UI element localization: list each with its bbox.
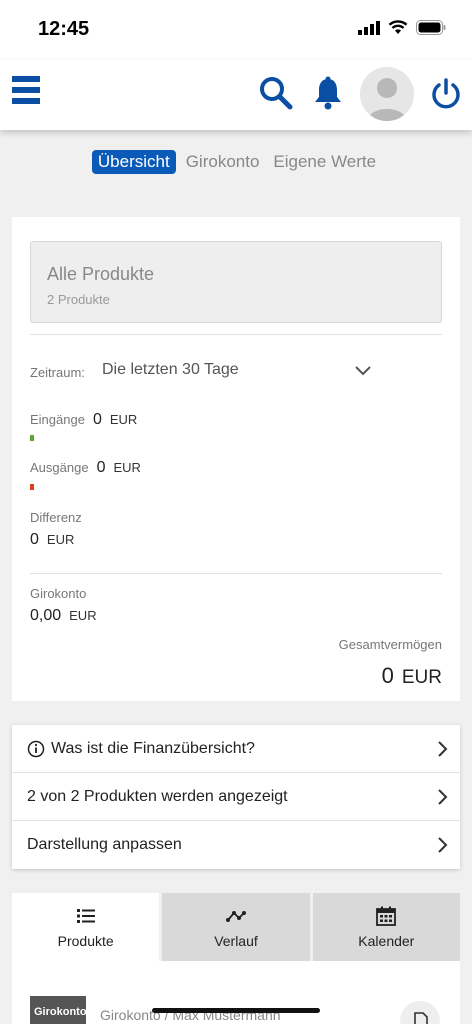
top-tabs: Übersicht Girokonto Eigene Werte (0, 150, 472, 174)
signal-icon (358, 20, 380, 35)
product-thumbnail[interactable]: Girokonto (30, 996, 86, 1024)
gesamt-row: 0 EUR (382, 663, 442, 689)
view-tabs: Produkte Verlauf Kalender (12, 893, 460, 961)
app-header (0, 60, 472, 130)
list-item-produkte-angezeigt[interactable]: 2 von 2 Produkten werden angezeigt (12, 773, 460, 821)
differenz-unit: EUR (46, 532, 75, 547)
wifi-icon (388, 20, 408, 34)
products-title: Alle Produkte (47, 264, 155, 284)
differenz-label: Differenz (30, 510, 82, 525)
tab-label: Kalender (358, 933, 415, 949)
gesamt-unit: EUR (401, 667, 442, 688)
list-item-label: Was ist die Finanzübersicht? (51, 739, 255, 757)
summary-card: Alle Produkte 2 Produkte Zeitraum: Die l… (12, 217, 460, 701)
document-button[interactable] (400, 1001, 440, 1024)
eingaenge-value: 0 (92, 411, 102, 428)
ausgaenge-row: Ausgänge 0 EUR (30, 459, 141, 477)
girokonto-label: Girokonto (30, 586, 87, 601)
girokonto-row: 0,00 EUR (30, 607, 97, 625)
products-count: 2 Produkte (47, 292, 110, 307)
differenz-value: 0 (30, 531, 39, 548)
user-icon (368, 78, 406, 121)
zeitraum-label: Zeitraum: (30, 365, 85, 380)
chart-line-icon (225, 911, 246, 922)
list-icon (76, 909, 95, 923)
eingaenge-row: Eingänge 0 EUR (30, 411, 137, 429)
chevron-right-icon (438, 741, 448, 757)
expense-bar (30, 484, 34, 490)
girokonto-value: 0,00 (30, 607, 62, 624)
document-icon (414, 1012, 428, 1024)
differenz-row: 0 EUR (30, 531, 74, 549)
chevron-right-icon (438, 837, 448, 853)
girokonto-unit: EUR (69, 608, 97, 623)
battery-icon (416, 20, 446, 35)
bell-icon[interactable] (313, 76, 343, 110)
list-item-darstellung[interactable]: Darstellung anpassen (12, 821, 460, 869)
divider (30, 334, 442, 335)
chevron-down-icon[interactable] (354, 365, 372, 377)
menu-icon[interactable] (12, 76, 40, 108)
status-time: 12:45 (38, 18, 90, 40)
chevron-right-icon (438, 789, 448, 805)
ausgaenge-unit: EUR (113, 460, 141, 475)
divider (30, 573, 442, 574)
home-indicator[interactable] (152, 1008, 320, 1013)
product-list: Girokonto Girokonto / Max Mustermann (12, 961, 460, 1024)
tab-kalender[interactable]: Kalender (312, 893, 460, 961)
gesamt-label: Gesamtvermögen (338, 637, 442, 652)
zeitraum-value: Die letzten 30 Tage (102, 361, 239, 378)
status-bar: 12:45 (0, 0, 472, 60)
calendar-icon (376, 906, 397, 926)
tab-produkte[interactable]: Produkte (12, 893, 160, 961)
tab-label: Produkte (57, 933, 114, 949)
zeitraum-selector[interactable]: Zeitraum: Die letzten 30 Tage (30, 361, 442, 385)
products-selector[interactable]: Alle Produkte 2 Produkte (30, 241, 442, 323)
avatar[interactable] (360, 67, 414, 121)
ausgaenge-label: Ausgänge (30, 460, 89, 475)
info-list: Was ist die Finanzübersicht? 2 von 2 Pro… (12, 725, 460, 869)
tab-verlauf[interactable]: Verlauf (162, 893, 310, 961)
tab-uebersicht[interactable]: Übersicht (91, 150, 176, 174)
ausgaenge-value: 0 (96, 459, 106, 476)
list-item-finanzuebersicht[interactable]: Was ist die Finanzübersicht? (12, 725, 460, 773)
power-icon[interactable] (430, 78, 462, 110)
list-item-label: Darstellung anpassen (27, 836, 182, 853)
tab-label: Verlauf (214, 933, 258, 949)
list-item-label: 2 von 2 Produkten werden angezeigt (27, 787, 288, 805)
eingaenge-label: Eingänge (30, 412, 85, 427)
info-icon (27, 740, 45, 757)
search-icon[interactable] (259, 76, 293, 110)
tab-girokonto[interactable]: Girokonto (182, 150, 264, 174)
status-icons (358, 20, 446, 35)
thumbnail-label: Girokonto (34, 1006, 86, 1018)
gesamt-value: 0 (381, 663, 394, 688)
tab-eigene-werte[interactable]: Eigene Werte (269, 150, 380, 174)
income-bar (30, 435, 34, 441)
eingaenge-unit: EUR (109, 412, 138, 427)
